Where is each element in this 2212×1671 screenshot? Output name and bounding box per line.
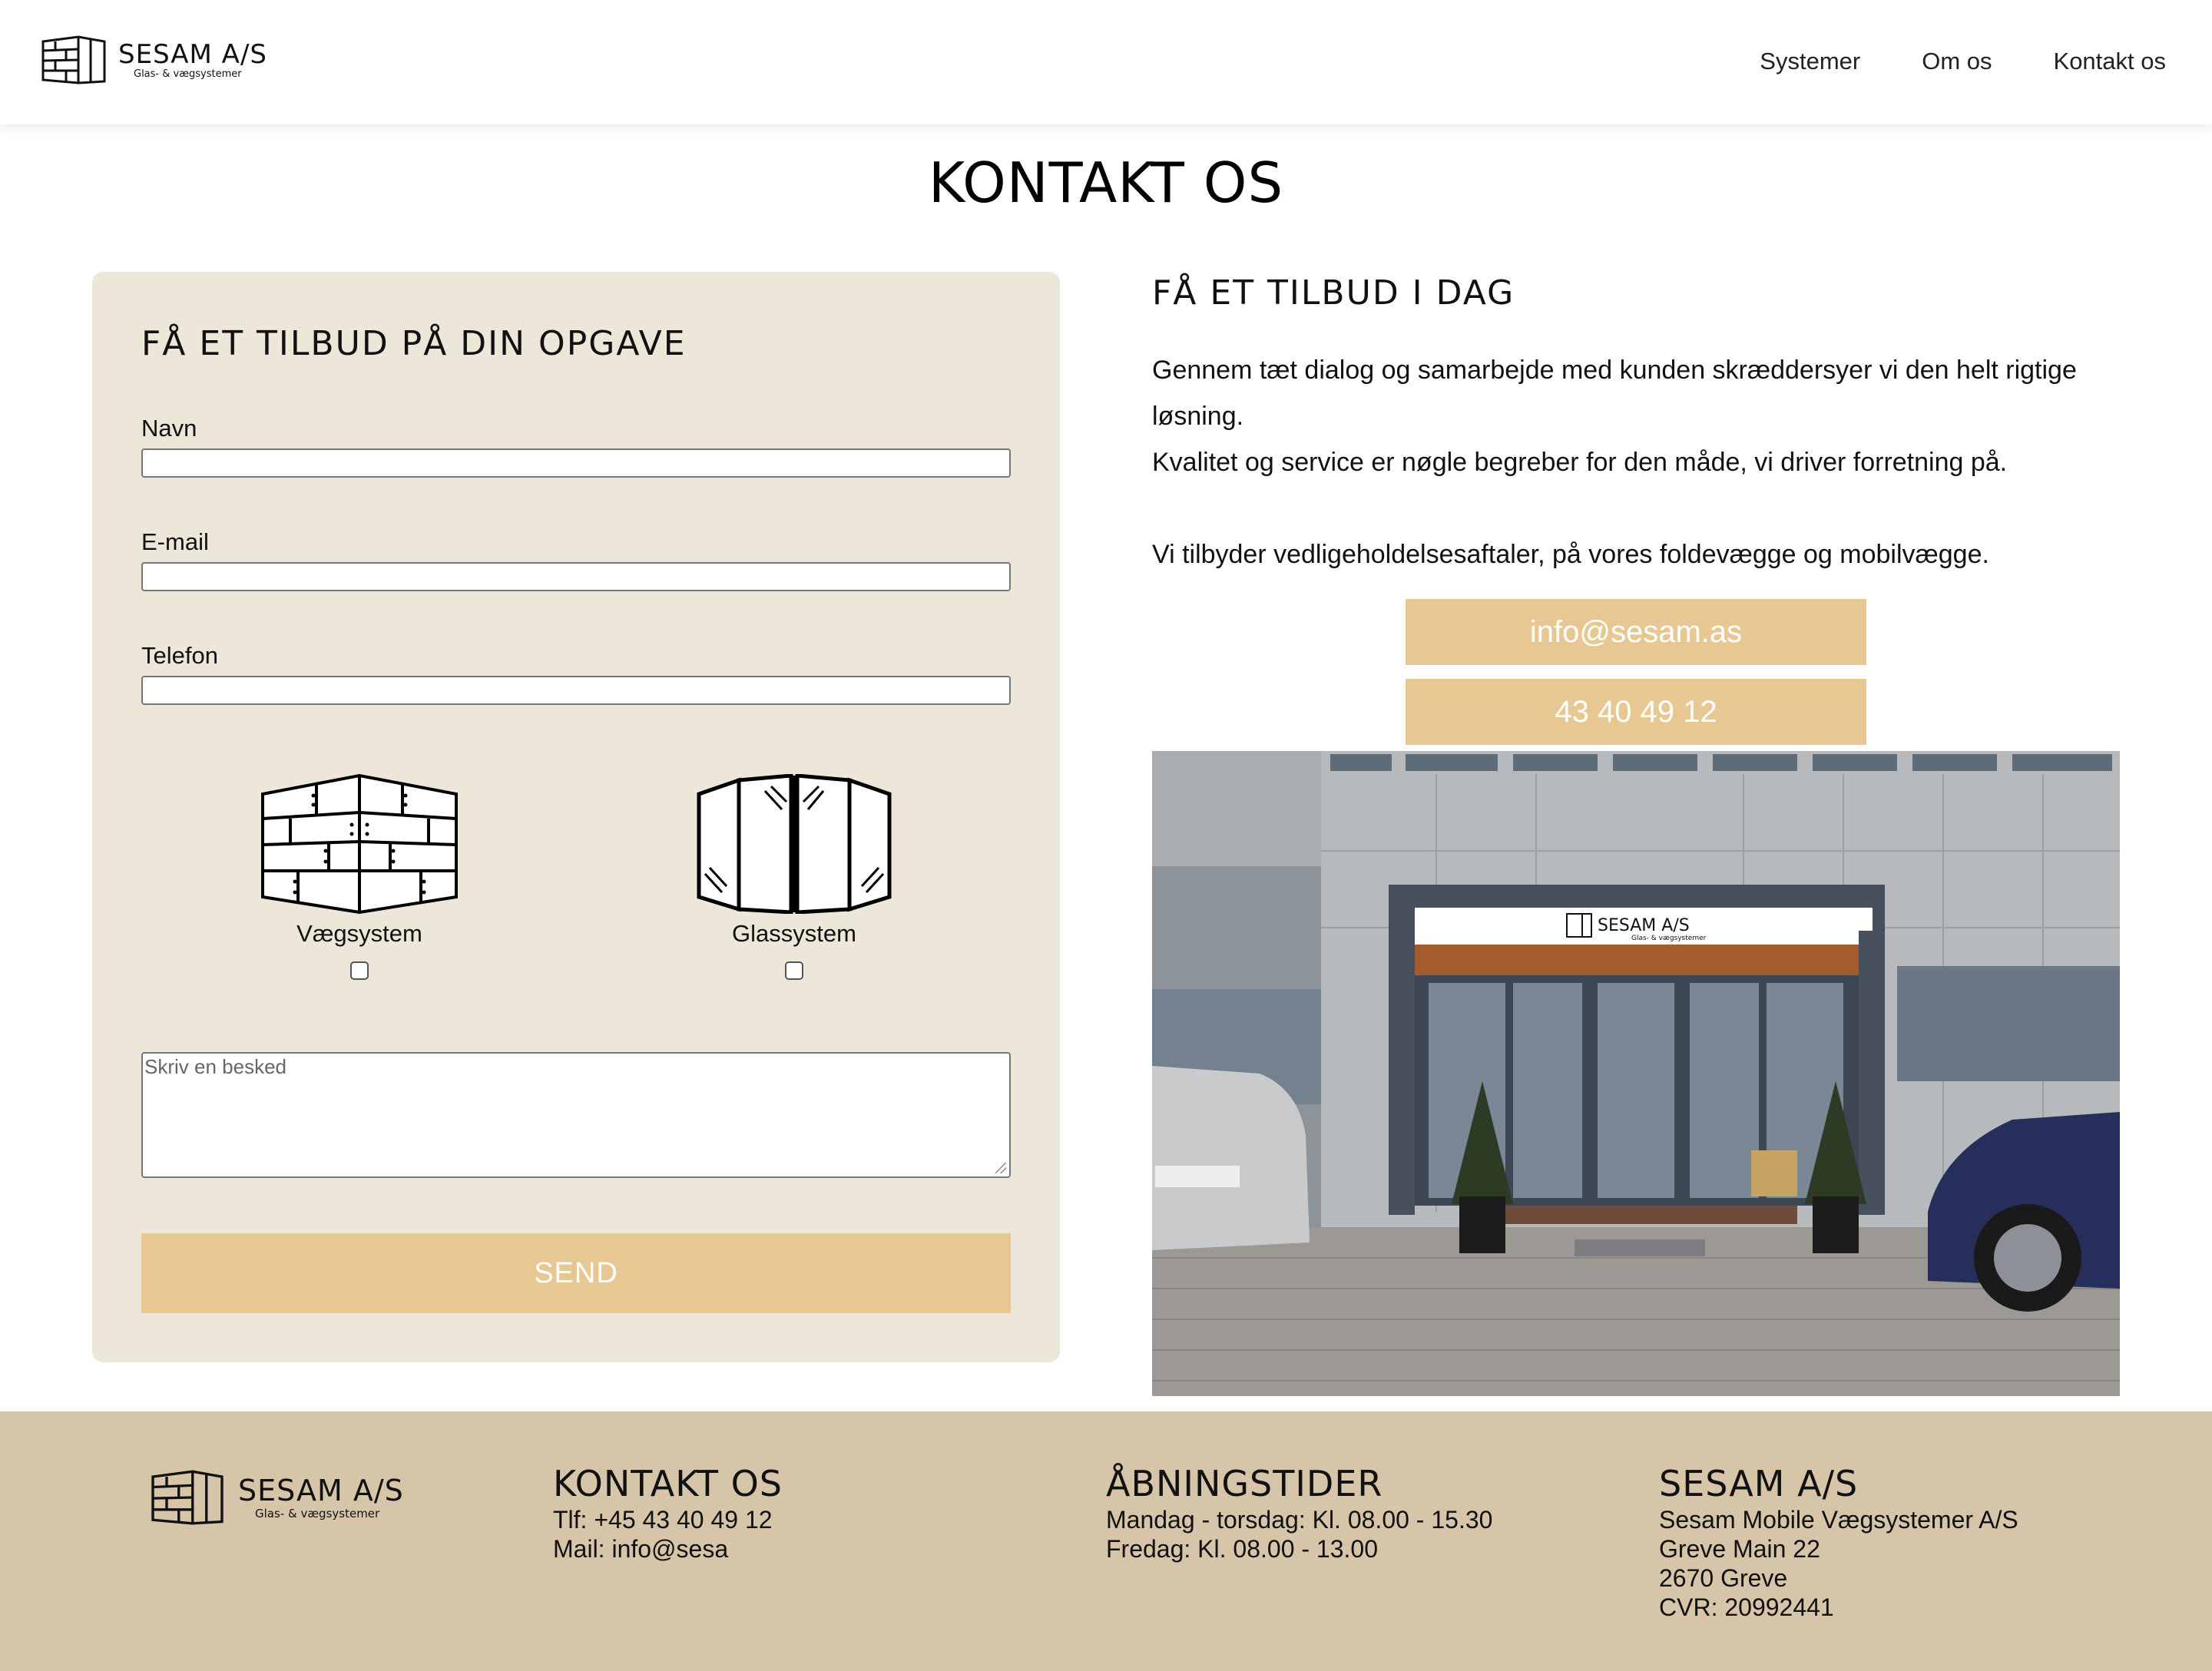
site-header: SESAM A/S Glas- & vægsystemer Systemer O…	[0, 0, 2212, 124]
glass-system-label: Glassystem	[732, 920, 856, 947]
name-input[interactable]	[141, 448, 1011, 478]
email-input[interactable]	[141, 562, 1011, 591]
form-heading: FÅ ET TILBUD PÅ DIN OPGAVE	[141, 324, 687, 363]
quote-form: FÅ ET TILBUD PÅ DIN OPGAVE Navn E-mail T…	[92, 272, 1060, 1362]
phone-label: Telefon	[141, 642, 218, 669]
footer-logo-icon	[151, 1470, 224, 1525]
footer-mail[interactable]: Mail: info@sesa	[553, 1534, 783, 1563]
sign-name: SESAM A/S	[1598, 916, 1690, 935]
wall-system-icon	[261, 774, 458, 914]
storefront-photo: SESAM A/S Glas- & vægsystemer	[1152, 751, 2120, 1396]
footer-company-cvr: CVR: 20992441	[1659, 1593, 1834, 1621]
sign-tagline: Glas- & vægsystemer	[1631, 935, 1707, 942]
footer-contact: KONTAKT OS Tlf: +45 43 40 49 12 Mail: in…	[553, 1462, 783, 1563]
email-button[interactable]: info@sesam.as	[1406, 599, 1866, 665]
storefront-illustration: SESAM A/S Glas- & vægsystemer	[1152, 751, 2120, 1396]
footer-company-city: 2670 Greve	[1659, 1564, 1788, 1592]
message-textarea[interactable]: Skriv en besked	[141, 1052, 1011, 1178]
offer-heading: FÅ ET TILBUD I DAG	[1152, 273, 1515, 313]
footer-phone[interactable]: Tlf: +45 43 40 49 12	[553, 1505, 783, 1534]
main-nav: Systemer Om os Kontakt os	[1760, 45, 2166, 78]
page-title: KONTAKT OS	[928, 151, 1284, 215]
offer-paragraph-1: Gennem tæt dialog og samarbejde med kund…	[1152, 356, 2077, 431]
footer-hours: ÅBNINGSTIDER Mandag - torsdag: Kl. 08.00…	[1106, 1462, 1492, 1563]
brand-logo[interactable]: SESAM A/S Glas- & vægsystemer	[40, 35, 267, 84]
send-button[interactable]: SEND	[141, 1233, 1011, 1313]
footer-hours-friday: Fredag: Kl. 08.00 - 13.00	[1106, 1535, 1378, 1563]
footer-company: SESAM A/S Sesam Mobile Vægsystemer A/S G…	[1659, 1462, 2018, 1622]
message-placeholder: Skriv en besked	[144, 1055, 286, 1078]
brand-name: SESAM A/S	[118, 39, 267, 70]
brand-tagline: Glas- & vægsystemer	[134, 68, 242, 80]
resize-grip-icon[interactable]	[995, 1163, 1006, 1173]
site-footer: SESAM A/S Glas- & vægsystemer KONTAKT OS…	[0, 1411, 2212, 1671]
phone-button[interactable]: 43 40 49 12	[1406, 679, 1866, 745]
footer-contact-title: KONTAKT OS	[553, 1463, 783, 1504]
footer-hours-title: ÅBNINGSTIDER	[1106, 1463, 1383, 1504]
nav-om-os[interactable]: Om os	[1922, 45, 1992, 78]
name-label: Navn	[141, 415, 197, 442]
footer-company-title: SESAM A/S	[1659, 1463, 1859, 1504]
footer-brand-tagline: Glas- & vægsystemer	[255, 1507, 380, 1520]
footer-hours-weekdays: Mandag - torsdag: Kl. 08.00 - 15.30	[1106, 1506, 1493, 1534]
footer-company-name: Sesam Mobile Vægsystemer A/S	[1659, 1506, 2018, 1534]
glass-system-icon	[697, 774, 892, 914]
offer-paragraph-3: Vi tilbyder vedligeholdelsesaftaler, på …	[1152, 540, 1989, 569]
footer-logo[interactable]: SESAM A/S Glas- & vægsystemer	[149, 1470, 404, 1525]
phone-input[interactable]	[141, 676, 1011, 705]
footer-brand-name: SESAM A/S	[238, 1474, 404, 1507]
nav-kontakt-os[interactable]: Kontakt os	[2054, 45, 2166, 78]
email-label: E-mail	[141, 528, 209, 555]
offer-intro: Gennem tæt dialog og samarbejde med kund…	[1152, 347, 2135, 577]
glass-system-checkbox[interactable]	[785, 961, 803, 980]
offer-paragraph-2: Kvalitet og service er nøgle begreber fo…	[1152, 448, 2008, 477]
wall-system-checkbox[interactable]	[350, 961, 369, 980]
wall-system-label: Vægsystem	[296, 920, 422, 947]
nav-systemer[interactable]: Systemer	[1760, 45, 1860, 78]
footer-company-street: Greve Main 22	[1659, 1535, 1820, 1563]
brand-logo-icon	[41, 35, 106, 84]
